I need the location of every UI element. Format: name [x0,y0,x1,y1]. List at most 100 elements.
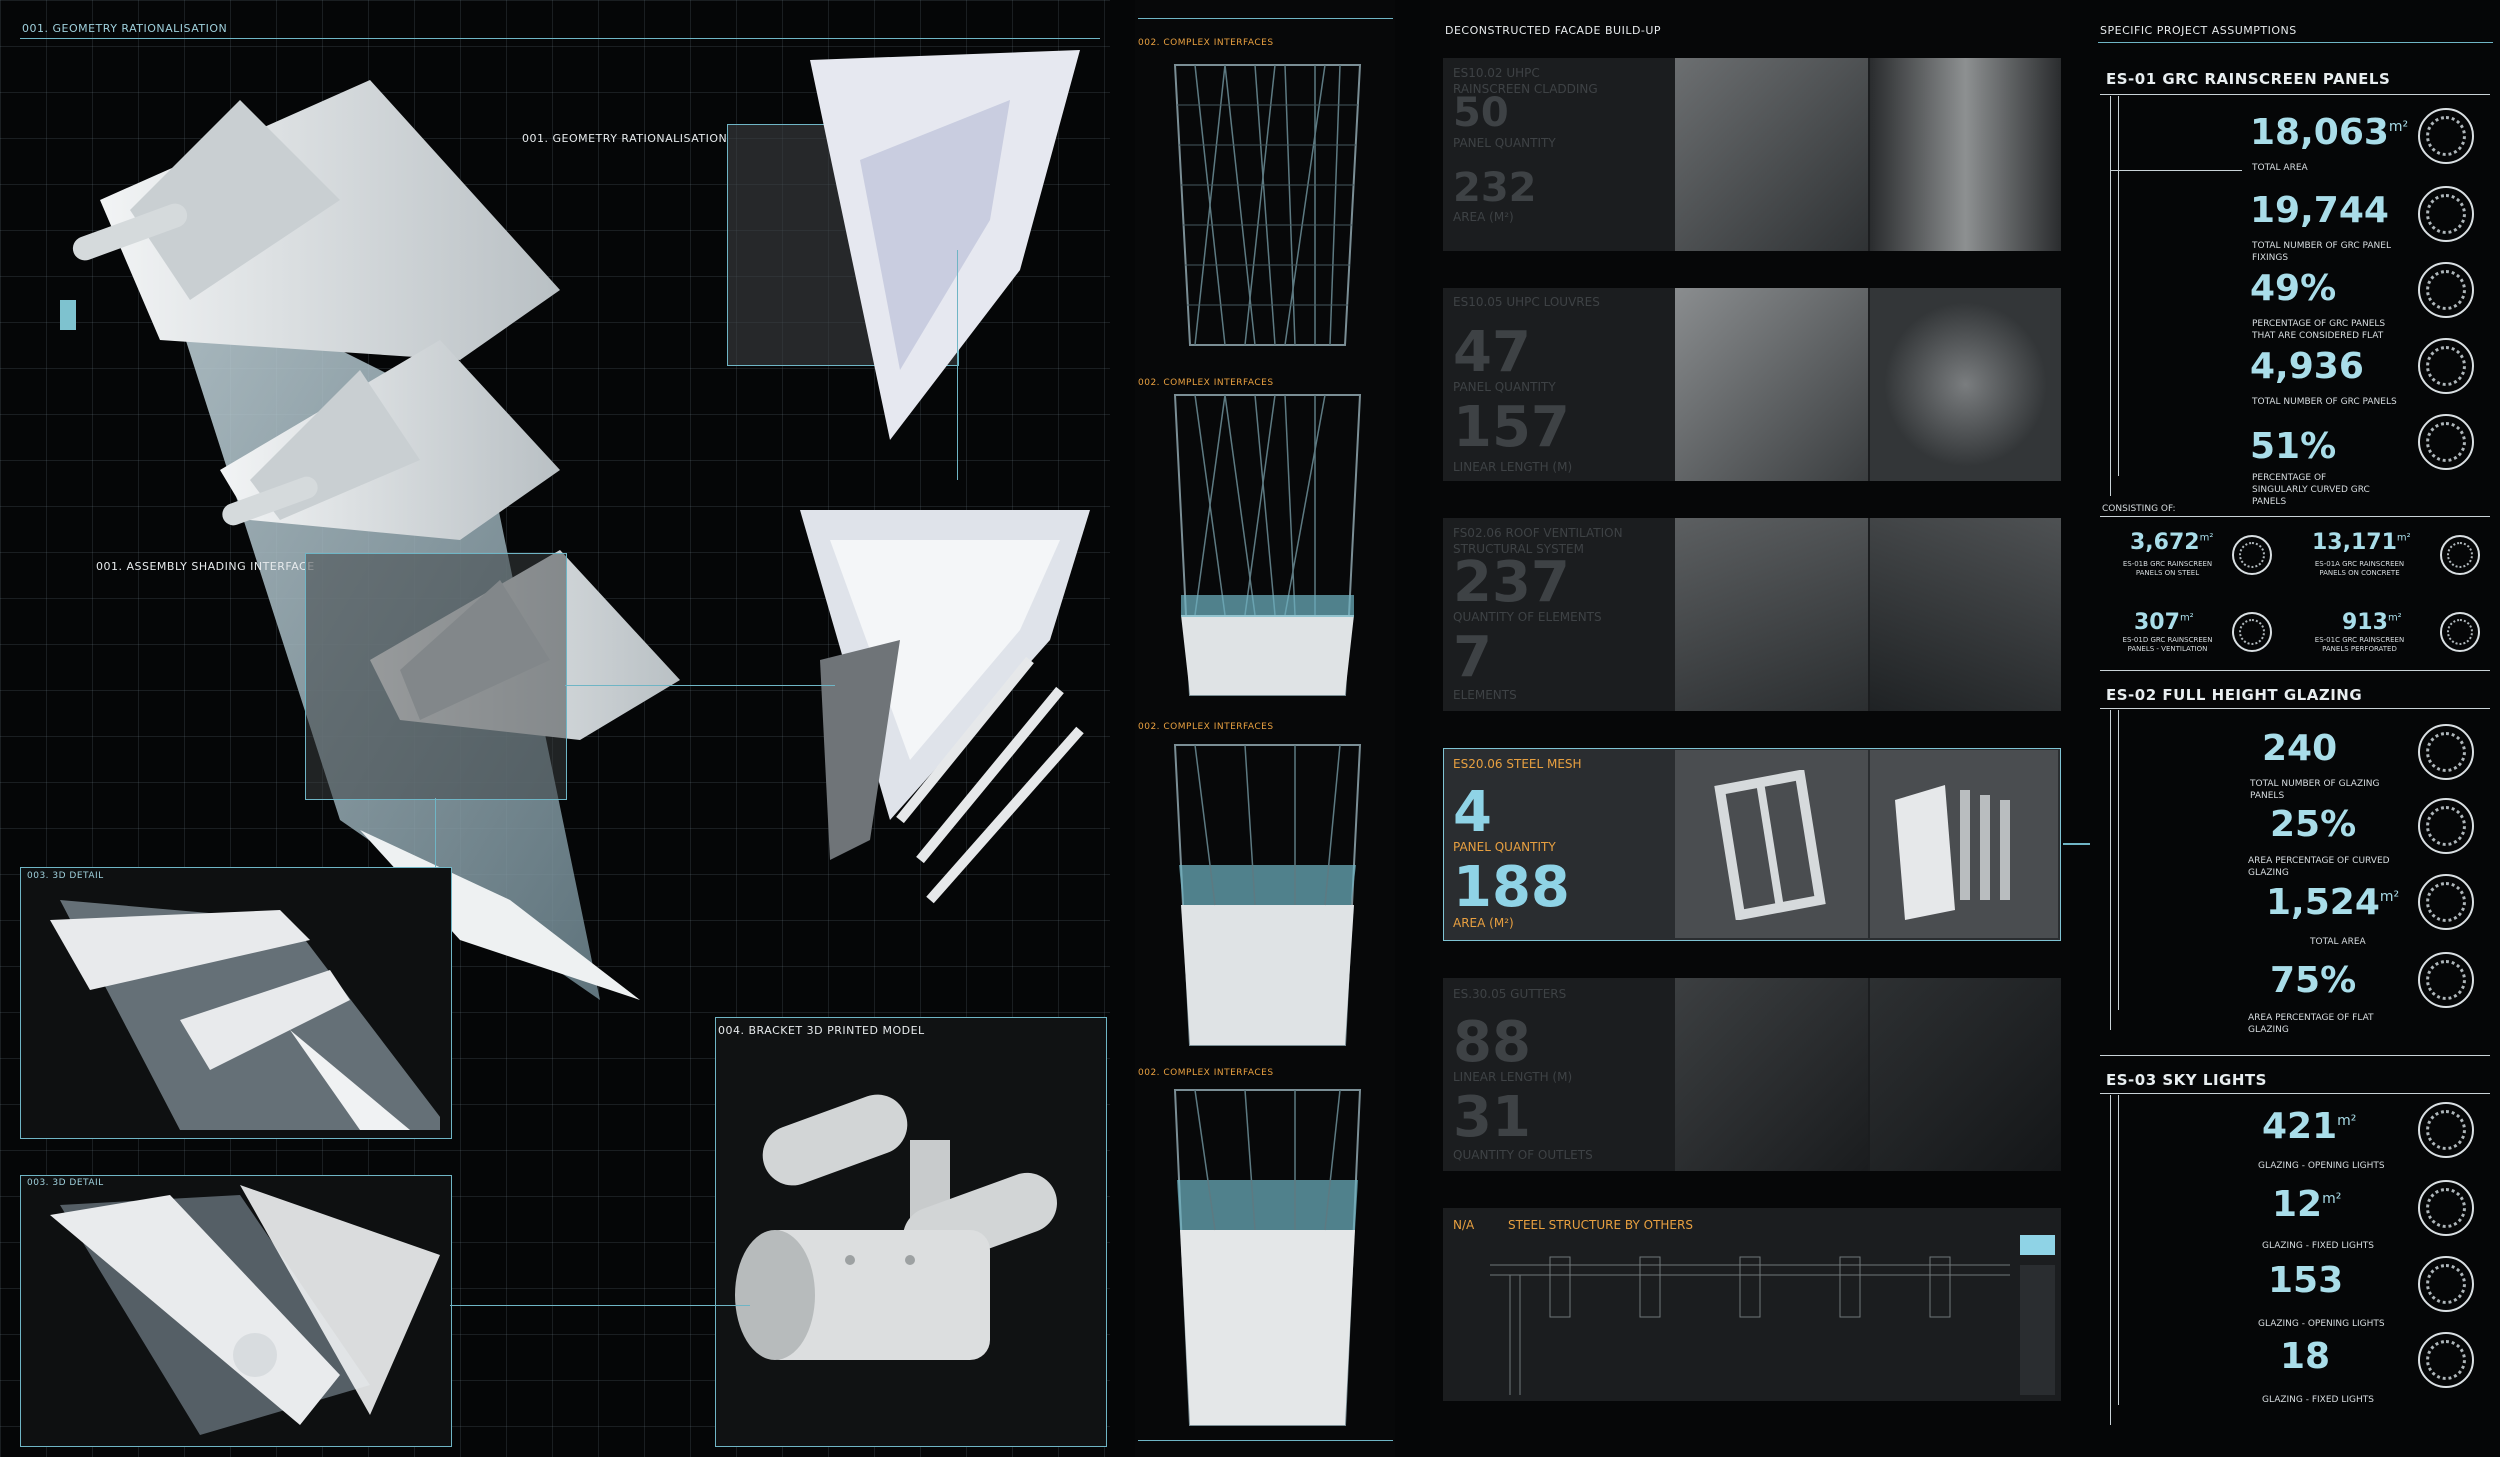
es01a-label: ES-01A GRC RAINSCREEN PANELS ON CONCRETE [2314,560,2405,577]
assembly-label: 001. ASSEMBLY SHADING INTERFACE [96,560,315,573]
es03-stem-2 [2118,1095,2119,1405]
es01c-label: ES-01C GRC RAINSCREEN PANELS PERFORATED [2314,636,2405,653]
es03-ring-1 [2418,1102,2474,1158]
es01-panel-count-label: TOTAL NUMBER OF GRC PANELS [2252,397,2397,407]
facade-title: DECONSTRUCTED FACADE BUILD-UP [1445,24,1662,37]
es02-stem-2 [2118,710,2119,1010]
es02-ring-3 [2418,874,2474,930]
es03-opening-area: 421m² [2262,1106,2357,1147]
es02-curved-pct: 25% [2270,804,2357,845]
louvres-render-b [1870,288,2061,481]
es01-panel-count: 4,936 [2250,346,2364,387]
es03-title: ES-03 SKY LIGHTS [2106,1071,2267,1089]
detail-illustration-2 [50,1185,440,1435]
es01-ring-2 [2418,186,2474,242]
es03-rule [2100,1093,2490,1094]
steel-structure-label: STEEL STRUCTURE BY OTHERS [1508,1218,1693,1232]
es01-fixings: 19,744 [2250,190,2389,231]
exploded-panel-illustration [800,50,1090,904]
es03-fixed-area: 12m² [2272,1184,2342,1225]
es03-top-rule [2100,1055,2490,1056]
es01-sub-rule [2100,516,2490,517]
es03-fixed-count-label: GLAZING - FIXED LIGHTS [2262,1395,2374,1405]
gutters-length-label: LINEAR LENGTH (m) [1453,1070,1573,1084]
roof-quantity: 237 [1453,550,1570,615]
steel-mesh-quantity: 4 [1453,780,1492,845]
es01-total-area: 18,063m² [2250,112,2409,153]
es03-opening-count-label: GLAZING - OPENING LIGHTS [2258,1319,2385,1329]
es02-total-area-label: TOTAL AREA [2310,937,2366,947]
es01-flat-pct: 49% [2250,268,2337,309]
connector-1 [957,250,958,480]
es02-total-area: 1,524m² [2266,882,2400,923]
steel-mesh-quantity-label: PANEL QUANTITY [1453,840,1556,854]
es01a-ring [2440,535,2480,575]
louvres-quantity-label: PANEL QUANTITY [1453,380,1556,394]
assembly-callout-frame [305,553,567,800]
gutters-render-a [1675,978,1868,1171]
es01b-ring [2232,535,2272,575]
es01-rule [2100,94,2490,95]
es03-ring-3 [2418,1256,2474,1312]
es01-stem [2110,96,2111,496]
tower-stage-1 [1173,64,1362,346]
detail-illustration-1 [50,900,440,1130]
es02-panel-count-label: TOTAL NUMBER OF GLAZING PANELS [2250,779,2380,801]
es01a-area: 13,171m² [2312,530,2411,555]
es02-curved-pct-label: AREA PERCENTAGE OF CURVED GLAZING [2248,856,2390,878]
es02-top-rule [2100,670,2490,671]
es02-flat-pct: 75% [2270,960,2357,1001]
es01-stem-2 [2118,96,2119,476]
assumptions-title: SPECIFIC PROJECT ASSUMPTIONS [2100,24,2297,37]
connector-2 [565,685,835,686]
louvres-code: ES10.05 UHPC LOUVRES [1453,295,1600,309]
cladding-quantity: 50 [1453,90,1509,136]
steel-mesh-panel-illustration [1895,785,2010,920]
steel-mesh-area-label: AREA (m²) [1453,916,1514,930]
es01b-label: ES-01B GRC RAINSCREEN PANELS ON STEEL [2122,560,2213,577]
es01-curved-pct-label: PERCENTAGE OF SINGULARLY CURVED GRC PANE… [2252,473,2370,507]
bracket-label: 004. BRACKET 3D PRINTED MODEL [718,1024,925,1037]
tower-stage-3 [1173,744,1362,1046]
es02-flat-pct-label: AREA PERCENTAGE OF FLAT GLAZING [2248,1013,2374,1035]
es02-rule [2100,708,2490,709]
es01-ring-5 [2418,414,2474,470]
es02-ring-1 [2418,724,2474,780]
roof-elements: 7 [1453,625,1492,690]
es01-branch-1 [2110,170,2242,171]
cladding-area-label: AREA (m²) [1453,210,1514,224]
cladding-render-b [1870,58,2061,251]
steel-structure-code: N/A [1453,1218,1475,1232]
roof-render-b [1870,518,2061,711]
es01c-area: 913m² [2342,610,2402,635]
tower-stage-4 [1173,1089,1362,1426]
es02-stem [2110,710,2111,1030]
tower-stage-2 [1173,394,1362,696]
es01d-label: ES-01D GRC RAINSCREEN PANELS - VENTILATI… [2122,636,2213,653]
interfaces-label-3: 002. COMPLEX INTERFACES [1138,722,1274,732]
es01c-ring [2440,612,2480,652]
es03-stem [2110,1095,2111,1425]
roof-render-a [1675,518,1868,711]
tower-column-bottom-rule [1138,1440,1393,1441]
es02-ring-2 [2418,798,2474,854]
louvres-render-a [1675,288,1868,481]
gutters-render-b [1870,978,2061,1171]
geometry-callout-label: 001. GEOMETRY RATIONALISATION [522,132,728,145]
es01-consisting-label: CONSISTING OF: [2102,504,2176,514]
assumptions-top-rule [2098,42,2493,43]
tower-column-top-rule [1138,18,1393,19]
steel-structure-section-drawing [1490,1235,2055,1395]
connector-4 [450,1305,750,1306]
es01d-area: 307m² [2134,610,2194,635]
bracket-model-illustration [735,1094,1057,1360]
gutters-code: ES.30.05 GUTTERS [1453,987,1567,1001]
gutters-length: 88 [1453,1010,1531,1075]
es01d-ring [2232,612,2272,652]
louvres-length: 157 [1453,395,1570,460]
es03-fixed-area-label: GLAZING - FIXED LIGHTS [2262,1241,2374,1251]
es03-opening-area-label: GLAZING - OPENING LIGHTS [2258,1161,2385,1171]
es02-ring-4 [2418,952,2474,1008]
es03-opening-count: 153 [2268,1260,2344,1301]
es03-ring-2 [2418,1180,2474,1236]
